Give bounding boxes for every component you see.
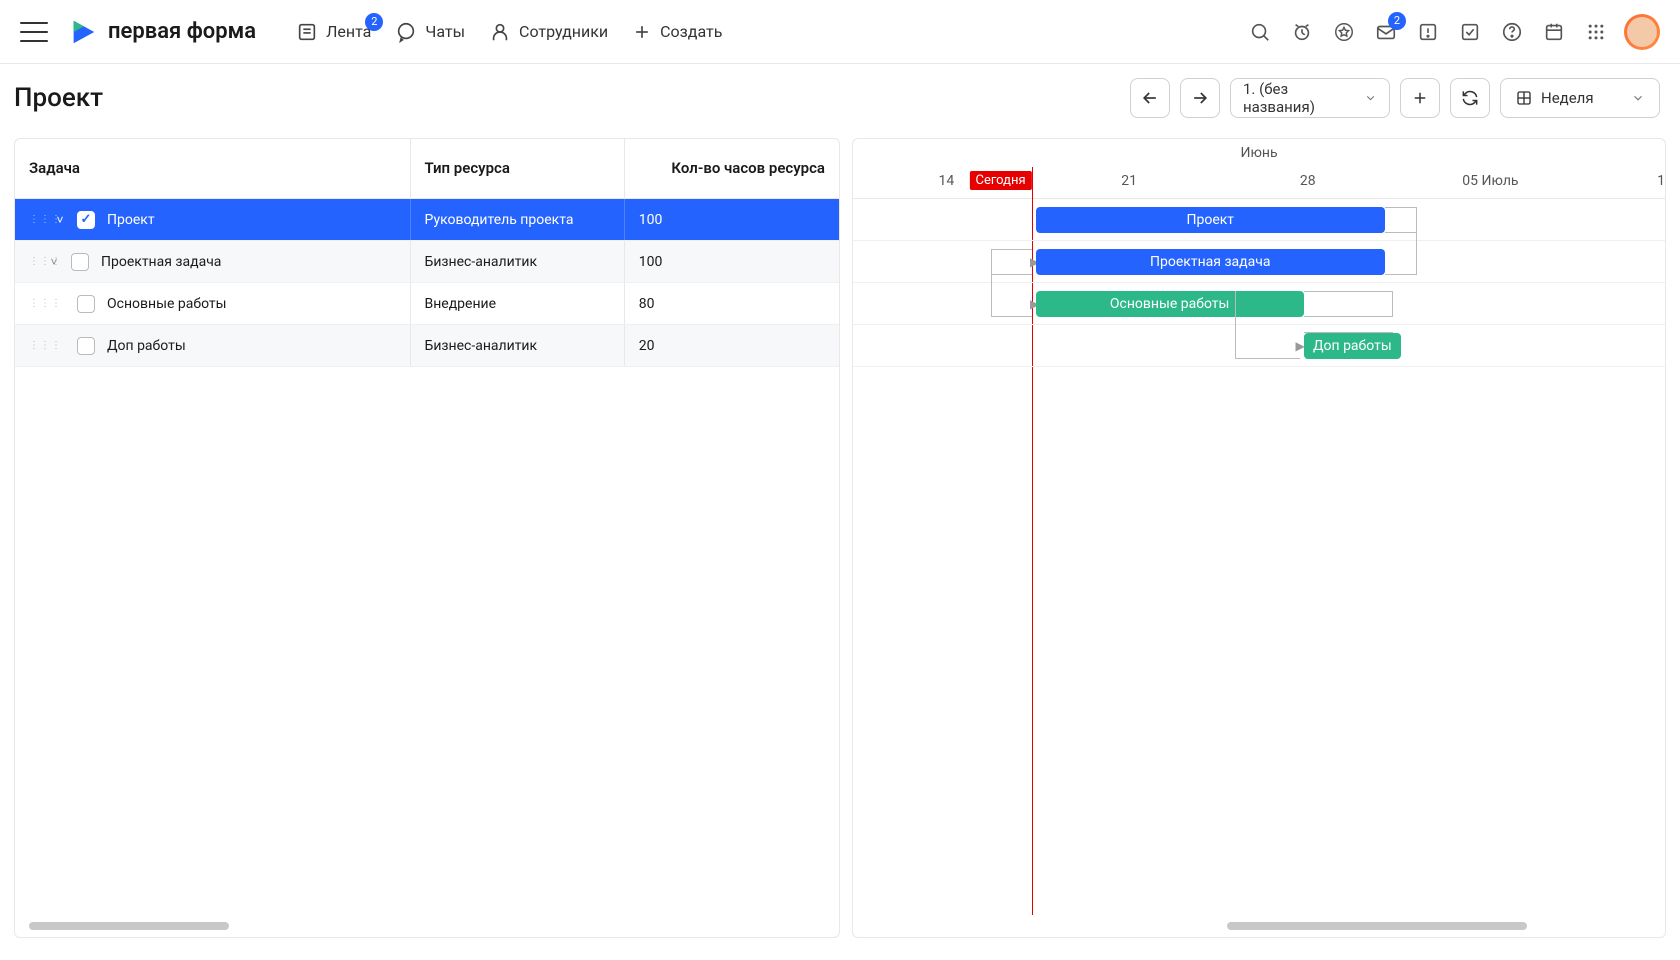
alarm-icon[interactable]	[1288, 18, 1316, 46]
checkbox[interactable]	[77, 295, 95, 313]
nav-create-label: Создать	[660, 22, 722, 41]
chat-icon	[395, 21, 417, 43]
task-table: Задача Тип ресурса Кол-во часов ресурса …	[14, 138, 840, 938]
task-name: Проект	[107, 212, 155, 228]
checkbox[interactable]	[71, 253, 89, 271]
gantt-chart: Июнь 14 Сегодня 21 28 05 Июль 12 Проект …	[852, 138, 1666, 938]
day-label: 05 Июль	[1462, 173, 1518, 189]
table-row[interactable]: ⋮⋮⋮ ˅ Проектная задача Бизнес-аналитик 1…	[15, 241, 839, 283]
view-selector[interactable]: 1. (без названия)	[1230, 78, 1390, 118]
nav-feed-badge: 2	[365, 13, 383, 31]
dependency-link	[1385, 207, 1417, 275]
resource-hours: 20	[625, 325, 839, 366]
today-badge: Сегодня	[970, 171, 1032, 190]
page-toolbar: Проект 1. (без названия) Неделя	[0, 64, 1680, 138]
resource-hours: 100	[625, 199, 839, 240]
scale-selector[interactable]: Неделя	[1500, 78, 1660, 118]
timeline-body: Проект ▶ Проектная задача ▶ Основные раб…	[853, 199, 1665, 915]
chevron-down-icon[interactable]: ˅	[53, 213, 67, 227]
logo-play-icon	[68, 17, 98, 47]
nav-feed[interactable]: Лента 2	[296, 21, 371, 43]
resource-hours: 80	[625, 283, 839, 324]
page-title: Проект	[14, 83, 103, 113]
drag-handle-icon[interactable]: ⋮⋮⋮	[29, 340, 43, 351]
nav-next-button[interactable]	[1180, 78, 1220, 118]
checkbox[interactable]	[77, 337, 95, 355]
gantt-bar[interactable]: Проект	[1036, 207, 1385, 233]
gantt-row: ▶ Доп работы	[853, 325, 1665, 367]
feed-icon	[296, 21, 318, 43]
nav-chats[interactable]: Чаты	[395, 21, 465, 43]
scale-selector-label: Неделя	[1541, 89, 1594, 107]
day-label: 21	[1121, 173, 1137, 189]
timeline-month: Июнь	[853, 139, 1665, 167]
help-icon[interactable]	[1498, 18, 1526, 46]
app-logo[interactable]: первая форма	[68, 17, 256, 47]
col-header-task: Задача	[15, 139, 411, 198]
employees-icon	[489, 21, 511, 43]
resource-type: Бизнес-аналитик	[411, 325, 625, 366]
gantt-row: ▶ Проектная задача	[853, 241, 1665, 283]
day-label: 14	[939, 173, 955, 189]
logo-text: первая форма	[108, 19, 256, 44]
header-right: 2	[1246, 14, 1660, 50]
table-header: Задача Тип ресурса Кол-во часов ресурса	[15, 139, 839, 199]
content-area: Задача Тип ресурса Кол-во часов ресурса …	[0, 138, 1680, 938]
calendar-icon[interactable]	[1540, 18, 1568, 46]
add-button[interactable]	[1400, 78, 1440, 118]
table-row[interactable]: ⋮⋮⋮ Основные работы Внедрение 80	[15, 283, 839, 325]
nav-employees[interactable]: Сотрудники	[489, 21, 608, 43]
drag-handle-icon[interactable]: ⋮⋮⋮	[29, 298, 43, 309]
search-icon[interactable]	[1246, 18, 1274, 46]
nav-employees-label: Сотрудники	[519, 22, 608, 41]
user-avatar[interactable]	[1624, 14, 1660, 50]
table-row[interactable]: ⋮⋮⋮ ˅ Проект Руководитель проекта 100	[15, 199, 839, 241]
checkbox[interactable]	[77, 211, 95, 229]
resource-type: Бизнес-аналитик	[411, 241, 625, 282]
left-scrollbar[interactable]	[15, 915, 839, 937]
nav-prev-button[interactable]	[1130, 78, 1170, 118]
refresh-button[interactable]	[1450, 78, 1490, 118]
task-name: Основные работы	[107, 296, 227, 312]
timeline-header: Июнь 14 Сегодня 21 28 05 Июль 12	[853, 139, 1665, 199]
dependency-link	[991, 249, 1032, 317]
day-label: 28	[1300, 173, 1316, 189]
plus-icon	[632, 22, 652, 42]
nav-chats-label: Чаты	[425, 22, 465, 41]
dependency-link	[1304, 291, 1393, 333]
main-nav: Лента 2 Чаты Сотрудники Создать	[296, 21, 722, 43]
alert-box-icon[interactable]	[1414, 18, 1442, 46]
gantt-bar[interactable]: Доп работы	[1304, 333, 1401, 359]
task-name: Проектная задача	[101, 254, 221, 270]
day-label: 12	[1657, 173, 1666, 189]
view-selector-label: 1. (без названия)	[1243, 80, 1356, 116]
star-icon[interactable]	[1330, 18, 1358, 46]
apps-grid-icon[interactable]	[1582, 18, 1610, 46]
col-header-type: Тип ресурса	[411, 139, 625, 198]
gantt-row: Проект	[853, 199, 1665, 241]
table-row[interactable]: ⋮⋮⋮ Доп работы Бизнес-аналитик 20	[15, 325, 839, 367]
mail-icon[interactable]: 2	[1372, 18, 1400, 46]
grid-icon	[1515, 89, 1533, 107]
chevron-down-icon	[1364, 91, 1377, 105]
task-name: Доп работы	[107, 338, 186, 354]
resource-type: Внедрение	[411, 283, 625, 324]
resource-hours: 100	[625, 241, 839, 282]
drag-handle-icon[interactable]: ⋮⋮⋮	[29, 214, 43, 225]
drag-handle-icon[interactable]: ⋮⋮⋮	[29, 256, 43, 267]
chevron-down-icon	[1631, 91, 1645, 105]
resource-type: Руководитель проекта	[411, 199, 625, 240]
dependency-link	[1235, 291, 1300, 359]
nav-create[interactable]: Создать	[632, 22, 722, 42]
approve-icon[interactable]	[1456, 18, 1484, 46]
app-header: первая форма Лента 2 Чаты Сотрудники Соз…	[0, 0, 1680, 64]
right-scrollbar[interactable]	[853, 915, 1665, 937]
hamburger-menu-icon[interactable]	[20, 22, 48, 42]
col-header-hours: Кол-во часов ресурса	[625, 139, 839, 198]
gantt-bar[interactable]: Проектная задача	[1036, 249, 1385, 275]
mail-badge: 2	[1388, 12, 1406, 30]
